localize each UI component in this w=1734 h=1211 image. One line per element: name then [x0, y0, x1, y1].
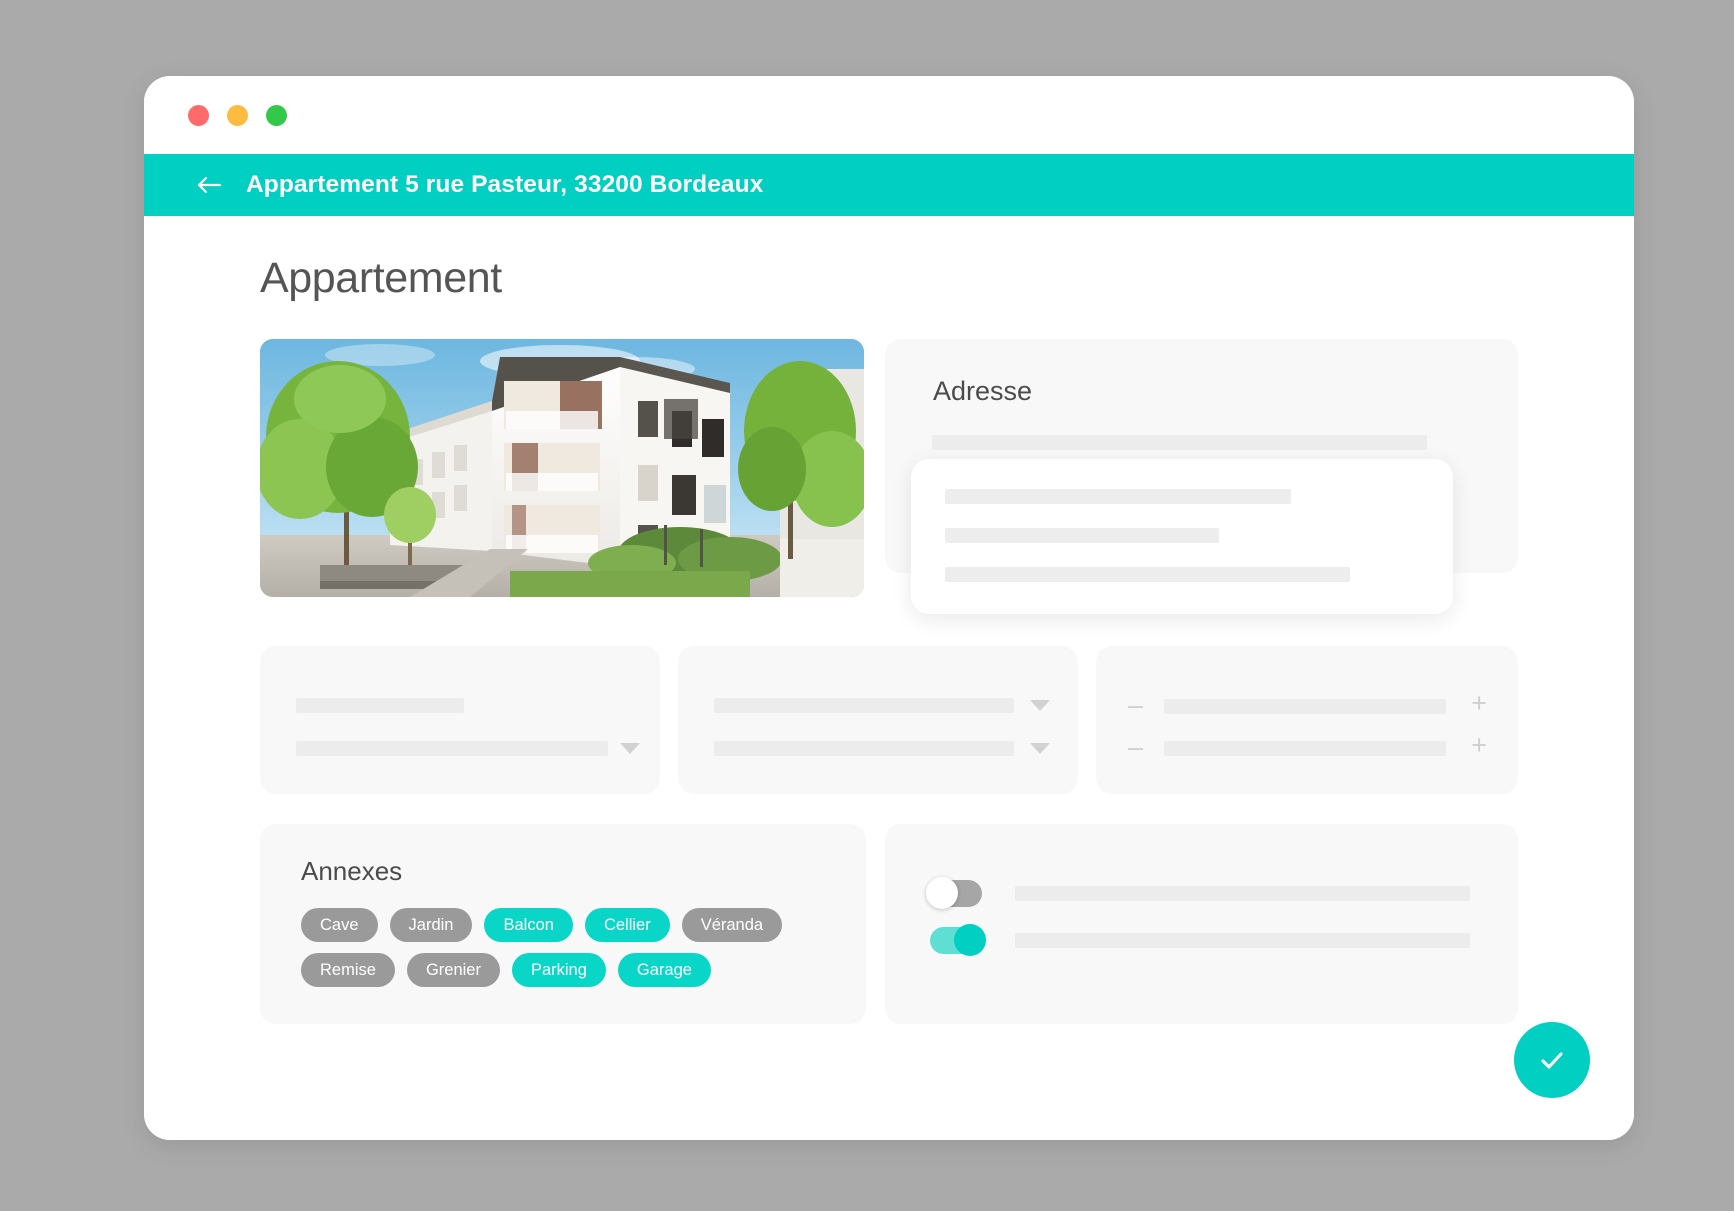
annexe-chip-cave[interactable]: Cave: [301, 908, 378, 942]
field-label-skeleton: [296, 698, 464, 713]
select-field-skeleton[interactable]: [714, 741, 1014, 756]
toggle-knob: [954, 924, 986, 956]
suggestion-item[interactable]: [945, 567, 1350, 582]
maximize-window-dot[interactable]: [266, 104, 287, 126]
toggles-card: [885, 824, 1518, 1024]
stepper-value-skeleton[interactable]: [1164, 741, 1446, 756]
confirm-fab[interactable]: [1514, 1022, 1590, 1098]
toggle-label-skeleton: [1015, 886, 1470, 901]
form-cards-row: – + – +: [260, 646, 1518, 794]
decrement-button[interactable]: –: [1128, 692, 1143, 719]
toggle-knob: [926, 877, 958, 909]
browser-window: Appartement 5 rue Pasteur, 33200 Bordeau…: [144, 76, 1634, 1140]
toggle-label-skeleton: [1015, 933, 1470, 948]
desktop-backdrop: Appartement 5 rue Pasteur, 33200 Bordeau…: [22, 8, 1712, 1203]
app-header-title: Appartement 5 rue Pasteur, 33200 Bordeau…: [246, 171, 764, 198]
minimize-window-dot[interactable]: [227, 104, 248, 126]
toggle-one[interactable]: [926, 877, 982, 909]
app-header: Appartement 5 rue Pasteur, 33200 Bordeau…: [144, 154, 1634, 216]
annexes-title: Annexes: [301, 856, 403, 886]
annexes-card: Annexes Cave Jardin Balcon Cellier Véran…: [260, 824, 866, 1024]
increment-button[interactable]: +: [1471, 690, 1487, 717]
close-window-dot[interactable]: [188, 104, 209, 126]
annexe-chip-cellier[interactable]: Cellier: [584, 908, 670, 942]
check-icon: [1535, 1043, 1569, 1077]
select-field-skeleton[interactable]: [714, 698, 1014, 713]
stepper-row: – +: [1096, 732, 1518, 764]
address-card-title: Adresse: [933, 376, 1033, 406]
toggle-two[interactable]: [930, 924, 986, 956]
toggle-row: [926, 877, 1490, 912]
toggle-row: [930, 924, 1490, 959]
bottom-row: Annexes Cave Jardin Balcon Cellier Véran…: [260, 824, 1518, 1024]
annexes-chip-group: Cave Jardin Balcon Cellier Véranda Remis…: [301, 908, 831, 987]
property-photo: [260, 339, 864, 597]
page-title: Appartement: [260, 254, 502, 302]
stepper-value-skeleton[interactable]: [1164, 699, 1446, 714]
form-card-left: [260, 646, 660, 794]
suggestion-item[interactable]: [945, 528, 1219, 543]
annexe-chip-balcon[interactable]: Balcon: [484, 908, 573, 942]
chevron-down-icon[interactable]: [1030, 700, 1050, 711]
arrow-left-icon[interactable]: [196, 174, 222, 196]
suggestion-item[interactable]: [945, 489, 1291, 504]
increment-button[interactable]: +: [1471, 732, 1487, 759]
window-titlebar: [144, 76, 1634, 154]
address-suggestions-panel[interactable]: [911, 459, 1453, 614]
top-row: Adresse: [260, 339, 1518, 614]
annexe-chip-remise[interactable]: Remise: [301, 953, 395, 987]
annexe-chip-grenier[interactable]: Grenier: [406, 953, 500, 987]
annexe-chip-garage[interactable]: Garage: [617, 953, 711, 987]
decrement-button[interactable]: –: [1128, 734, 1143, 761]
annexe-chip-jardin[interactable]: Jardin: [389, 908, 473, 942]
address-input-skeleton[interactable]: [932, 435, 1427, 450]
chevron-down-icon[interactable]: [620, 743, 640, 754]
form-card-steppers: – + – +: [1096, 646, 1518, 794]
page-content: Appartement Adresse – + – + Annexes Cave…: [144, 216, 1634, 1140]
stepper-row: – +: [1096, 690, 1518, 722]
select-field-skeleton[interactable]: [296, 741, 608, 756]
annexe-chip-veranda[interactable]: Véranda: [681, 908, 783, 942]
form-card-middle: [678, 646, 1078, 794]
annexe-chip-parking[interactable]: Parking: [511, 953, 606, 987]
chevron-down-icon[interactable]: [1030, 743, 1050, 754]
